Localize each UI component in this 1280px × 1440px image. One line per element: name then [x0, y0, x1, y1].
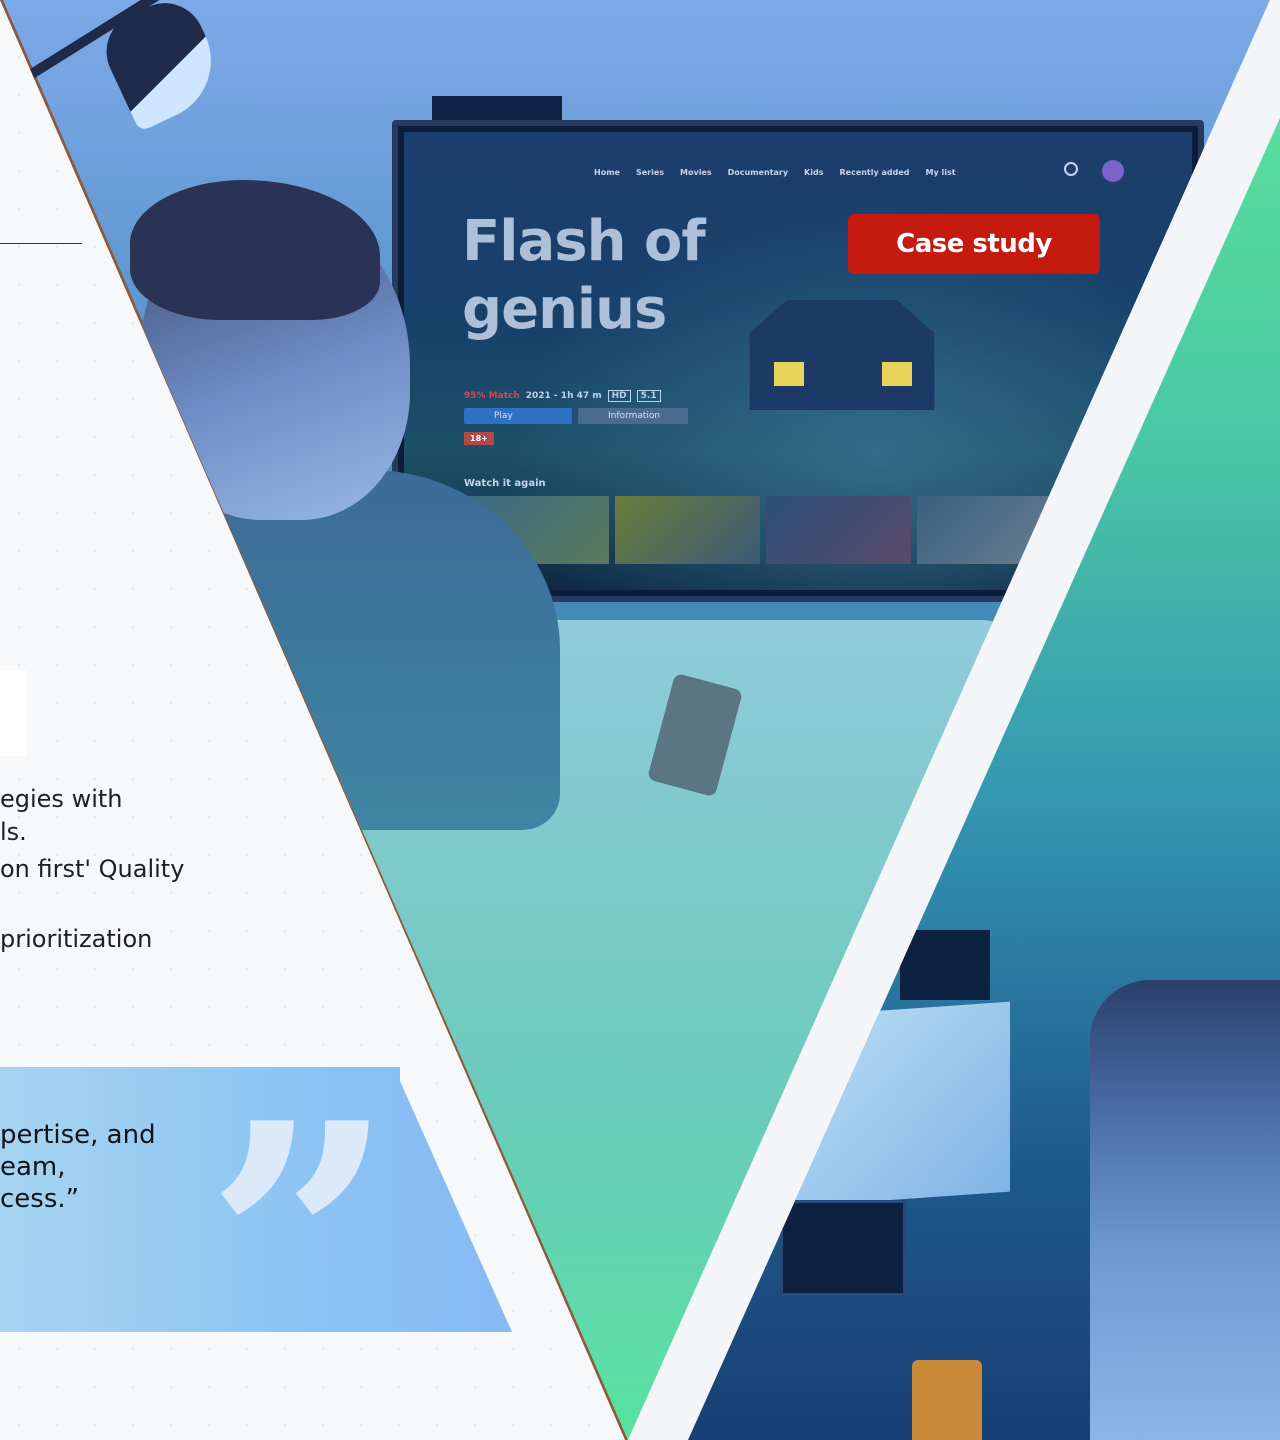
tv-nav-movies: Movies [680, 168, 712, 177]
tv-thumbnail-row [464, 496, 1062, 564]
testimonial-line-1: pertise, and [0, 1120, 156, 1150]
tv-nav-series: Series [635, 168, 665, 177]
bullet-text-3: on first' Quality [0, 855, 185, 883]
year-runtime: 2021 - 1h 47 m [525, 391, 602, 401]
quality-badge: HD [607, 390, 631, 402]
bullet-text-4: prioritization [0, 925, 153, 953]
quote-icon: ” [205, 1051, 395, 1439]
search-icon [1064, 162, 1078, 176]
tv-nav-documentary: Documentary [727, 168, 789, 177]
coffee-cup [912, 1360, 982, 1440]
studio-monitor [780, 1200, 906, 1296]
house-window [774, 362, 804, 386]
tv-nav-kids: Kids [804, 168, 824, 177]
house-illustration [749, 300, 935, 410]
tv-thumbnail [615, 496, 760, 564]
studio-monitor [900, 930, 990, 1000]
tv-thumbnail [766, 496, 911, 564]
audio-badge: 5.1 [636, 390, 661, 402]
tv-info-button: Information [578, 408, 688, 424]
section-divider [0, 243, 82, 244]
tv-nav-my-list: My list [925, 168, 956, 177]
tv-nav: Home Series Movies Documentary Kids Rece… [594, 168, 956, 177]
age-rating-badge: 18+ [464, 432, 494, 445]
case-study-badge: Case study [848, 214, 1100, 274]
bullet-text-1: egies with [0, 785, 123, 813]
house-window [882, 362, 912, 386]
tv-row-title: Watch it again [464, 478, 546, 489]
tv-show-meta: 95% Match 2021 - 1h 47 m HD 5.1 [464, 390, 661, 402]
tv-play-button: Play [464, 408, 572, 424]
person-hair [130, 180, 380, 320]
content-card-edge [0, 670, 26, 756]
testimonial-line-3: cess.” [0, 1184, 80, 1214]
match-score: 95% Match [464, 391, 520, 401]
tv-nav-recently-added: Recently added [839, 168, 910, 177]
bullet-text-2: ls. [0, 818, 27, 846]
tv-nav-home: Home [594, 168, 620, 177]
studio-person [1090, 980, 1280, 1440]
testimonial-line-2: eam, [0, 1152, 66, 1182]
tv-show-title: Flash of genius [462, 209, 706, 342]
avatar [1102, 160, 1124, 182]
